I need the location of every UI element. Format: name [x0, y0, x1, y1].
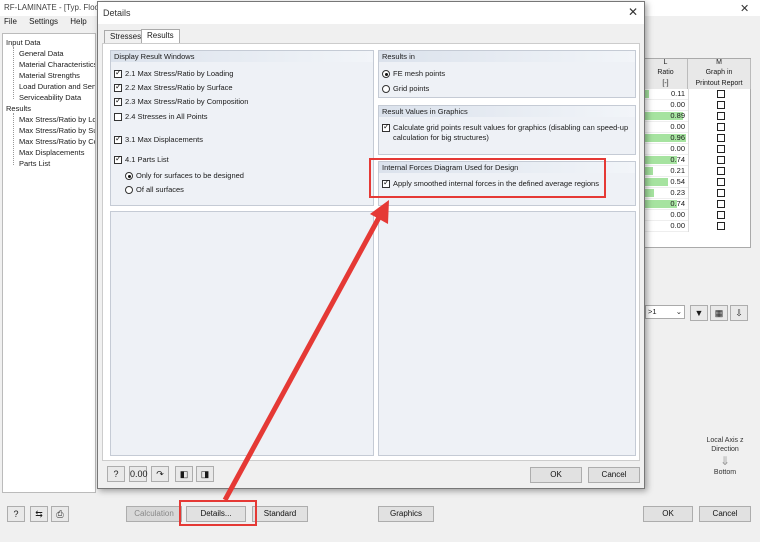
annotation-arrow	[222, 200, 389, 502]
arrow-line	[222, 210, 385, 502]
